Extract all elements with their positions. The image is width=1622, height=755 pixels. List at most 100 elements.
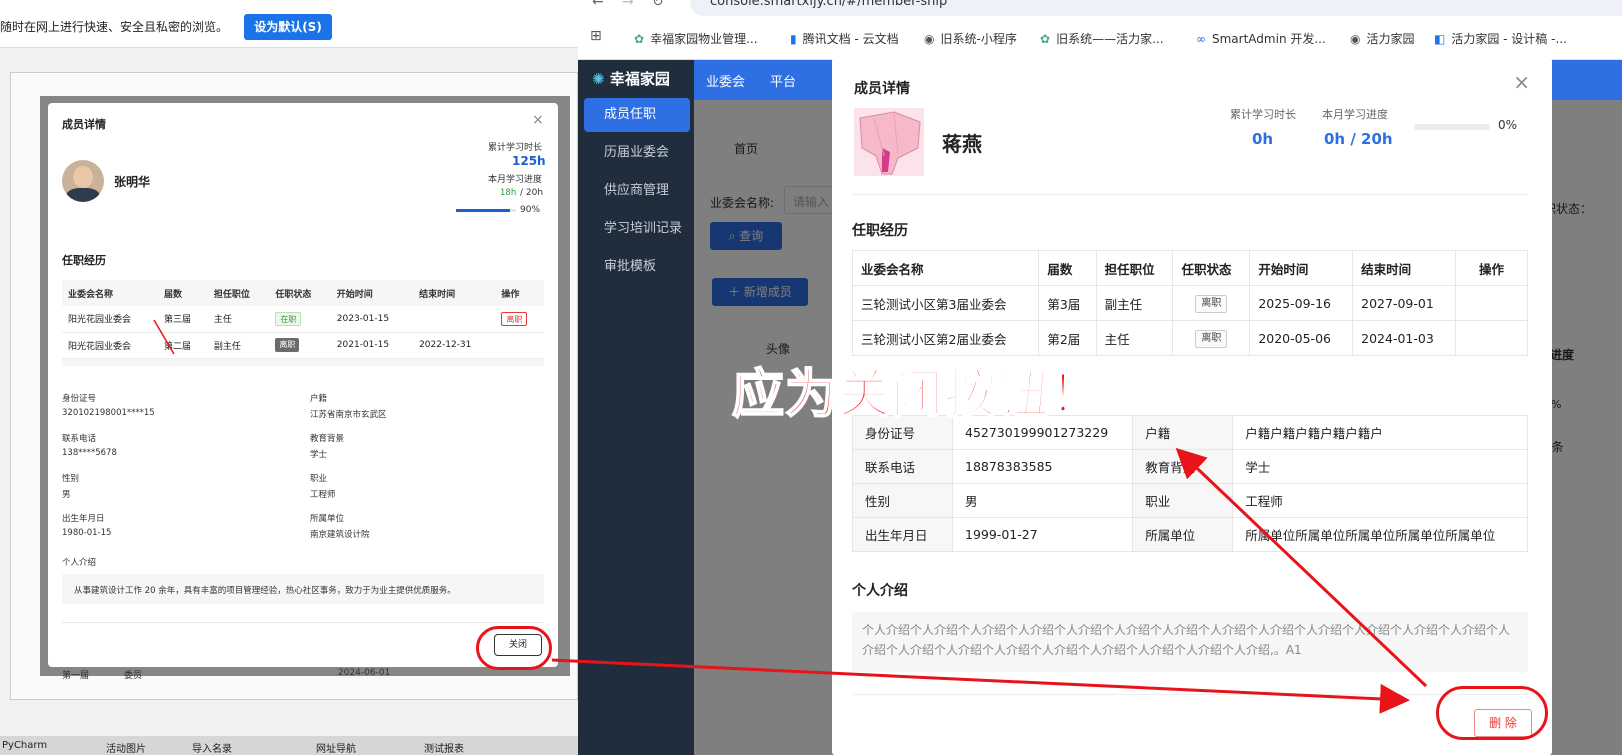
- bookmark[interactable]: ✿ 旧系统——活力家...: [1040, 30, 1164, 47]
- app-sidebar: ✺ 幸福家园 成员任职 历届业委会 供应商管理 学习培训记录 审批模板: [578, 60, 694, 755]
- field-label: 所属单位: [310, 514, 345, 524]
- taskbar-item[interactable]: 导入名录: [192, 740, 232, 755]
- avatar: [62, 160, 104, 202]
- cell-term: 第3届: [1038, 285, 1097, 321]
- info-value: 工程师: [1232, 483, 1528, 518]
- annotation-stroke: [153, 319, 175, 355]
- globe-icon: ◉: [1350, 32, 1361, 46]
- cell-name: 三轮测试小区第3届业委会: [851, 285, 1040, 321]
- status-badge: 离职: [1195, 329, 1228, 348]
- divider: [852, 194, 1528, 195]
- info-value: 户籍户籍户籍户籍户籍户: [1232, 415, 1528, 450]
- divider: [852, 694, 1528, 695]
- cell-action: 离职: [495, 306, 544, 333]
- field-label: 户籍: [310, 394, 328, 404]
- close-icon[interactable]: ×: [532, 112, 544, 128]
- progress-bar: [1414, 124, 1490, 130]
- apps-grid-icon[interactable]: ⊞: [590, 28, 602, 44]
- link-icon: ∞: [1196, 32, 1206, 46]
- annotation-circle: [1436, 686, 1548, 740]
- progress-bar: [456, 209, 516, 212]
- info-value: 男: [951, 483, 1134, 518]
- bookmark[interactable]: ✿ 幸福家园物业管理...: [634, 30, 758, 47]
- back-icon[interactable]: ←: [592, 0, 604, 10]
- annotation-circle: [476, 626, 552, 670]
- bookmark[interactable]: ◧ 活力家园 - 设计稿 -...: [1434, 30, 1567, 47]
- member-avatar: [854, 108, 924, 176]
- member-name: 蒋燕: [942, 132, 982, 156]
- member-name: 张明华: [114, 175, 151, 189]
- app-title: 幸福家园: [609, 70, 670, 88]
- field-label: 身份证号: [62, 394, 97, 404]
- col-header: 担任职位: [213, 289, 250, 300]
- cell-start: 2023-01-15: [330, 306, 414, 333]
- bookmark[interactable]: ◉ 活力家园: [1350, 30, 1415, 47]
- field-label: 教育背景: [310, 434, 345, 444]
- address-bar[interactable]: console.smartxijy.cn/#/member-ship: [690, 0, 1622, 16]
- url-text: console.smartxijy.cn/#/member-ship: [710, 0, 948, 9]
- flower-icon: ✿: [1040, 32, 1051, 46]
- total-study-value: 0h: [1252, 130, 1274, 148]
- col-header: 操作: [501, 289, 520, 300]
- col-header: 操作: [1455, 250, 1528, 286]
- table-row: 阳光花园业委会 第二届 副主任 离职 2021-01-15 2022-12-31: [62, 332, 544, 359]
- history-table: 业委会名称 届数 担任职位 任职状态 开始时间 结束时间 操作 三轮测试小区第3…: [851, 250, 1528, 356]
- col-header: 业委会名称: [851, 250, 1040, 286]
- info-table: 身份证号 452730199901273229 户籍 户籍户籍户籍户籍户籍户 联…: [852, 415, 1528, 552]
- close-icon[interactable]: ×: [1513, 70, 1530, 94]
- sidebar-item-history[interactable]: 历届业委会: [584, 136, 690, 170]
- taskbar-item[interactable]: 活动图片: [106, 740, 146, 755]
- cell-action: [1455, 285, 1528, 321]
- cell-term: 第2届: [1038, 320, 1097, 356]
- intro-text: 个人介绍个人介绍个人介绍个人介绍个人介绍个人介绍个人介绍个人介绍个人介绍个人介绍…: [852, 612, 1528, 672]
- cell-start: 2020-05-06: [1249, 320, 1354, 356]
- table-row: 三轮测试小区第2届业委会 第2届 主任 离职 2020-05-06 2024-0…: [851, 320, 1528, 356]
- info-label: 所属单位: [1132, 517, 1234, 552]
- taskbar-item[interactable]: 测试报表: [424, 740, 464, 755]
- cell-end: 2022-12-31: [413, 332, 496, 359]
- col-header: 届数: [163, 289, 182, 300]
- info-row: 出生年月日 1999-01-27 所属单位 所属单位所属单位所属单位所属单位所属…: [852, 517, 1528, 552]
- reload-icon[interactable]: ↻: [652, 0, 664, 10]
- intro-label: 个人介绍: [852, 583, 908, 599]
- info-label: 教育背景: [1132, 449, 1234, 484]
- bg-row-term: 第一届: [62, 671, 90, 681]
- resign-button[interactable]: 离职: [501, 311, 528, 326]
- history-title: 任职经历: [852, 223, 908, 239]
- month-study-value: 0h / 20h: [1324, 130, 1393, 148]
- intro-text: 从事建筑设计工作 20 余年，具有丰富的项目管理经验，热心社区事务，致力于为业主…: [62, 574, 544, 604]
- info-label: 性别: [852, 483, 953, 518]
- status-badge: 在职: [275, 311, 302, 326]
- set-default-button[interactable]: 设为默认(S): [244, 14, 332, 40]
- doc-icon: ▮: [790, 32, 797, 46]
- bookmark[interactable]: ▮ 腾讯文档 - 云文档: [790, 30, 899, 47]
- field-label: 职业: [310, 474, 328, 484]
- cell-end: 2027-09-01: [1352, 285, 1456, 321]
- sidebar-item-training[interactable]: 学习培训记录: [584, 212, 690, 246]
- sidebar-item-approval[interactable]: 审批模板: [584, 250, 690, 284]
- bookmark[interactable]: ◉ 旧系统-小程序: [924, 30, 1017, 47]
- taskbar-item[interactable]: 网址导航: [316, 740, 356, 755]
- nav-platform[interactable]: 平台: [770, 71, 796, 90]
- nav-committee[interactable]: 业委会: [706, 71, 745, 90]
- month-study-label: 本月学习进度: [488, 175, 543, 185]
- status-badge: 离职: [1195, 294, 1228, 313]
- divider: [62, 622, 544, 623]
- info-value: 1999-01-27: [951, 517, 1134, 552]
- cell-action: [495, 332, 544, 359]
- col-header: 结束时间: [1352, 250, 1456, 286]
- info-label: 出生年月日: [852, 517, 953, 552]
- bookmark[interactable]: ∞ SmartAdmin 开发...: [1196, 30, 1326, 47]
- month-total: / 20h: [520, 188, 544, 198]
- sidebar-item-member[interactable]: 成员任职: [584, 98, 690, 132]
- status-badge: 离职: [275, 338, 300, 352]
- taskbar-item[interactable]: PyCharm: [2, 740, 47, 751]
- sidebar-item-supplier[interactable]: 供应商管理: [584, 174, 690, 208]
- cell-name: 阳光花园业委会: [62, 332, 158, 359]
- info-row: 联系电话 18878383585 教育背景 学士: [852, 449, 1528, 484]
- total-study-value: 125h: [512, 154, 546, 168]
- forward-icon[interactable]: →: [622, 0, 634, 10]
- history-table: 业委会名称 届数 担任职位 任职状态 开始时间 结束时间 操作 阳光花园业委会 …: [62, 280, 544, 359]
- history-title: 任职经历: [62, 254, 106, 267]
- cell-pos: 主任: [1095, 320, 1174, 356]
